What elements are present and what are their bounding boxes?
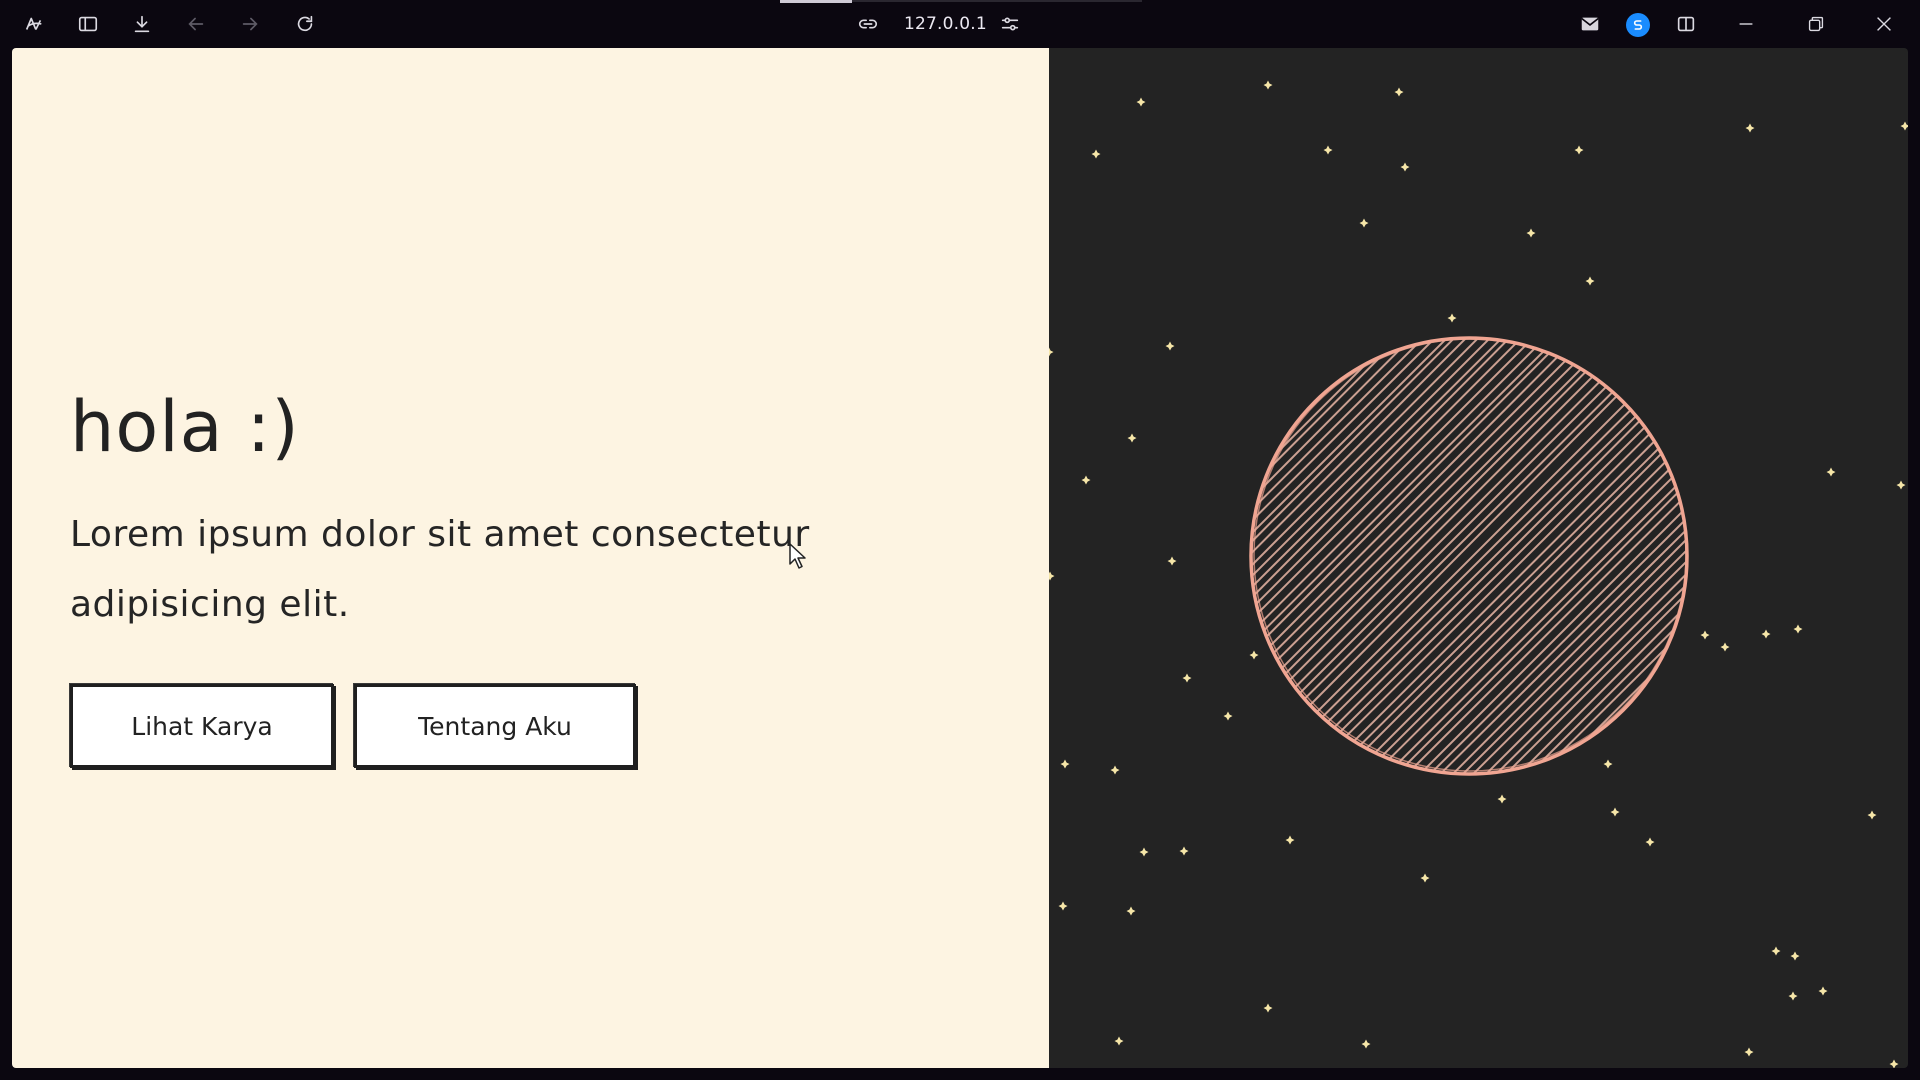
- star-15: [1081, 475, 1091, 485]
- star-10: [1585, 276, 1595, 286]
- star-21: [1720, 642, 1730, 652]
- greeting-heading: hola :): [70, 386, 300, 468]
- hero-text-panel: hola :) Lorem ipsum dolor sit amet conse…: [12, 48, 1049, 1068]
- arc-logo-icon[interactable]: [18, 8, 50, 40]
- star-5: [1574, 145, 1584, 155]
- link-icon[interactable]: [852, 8, 884, 40]
- tentang-aku-button[interactable]: Tentang Aku: [354, 684, 636, 768]
- star-33: [1867, 810, 1877, 820]
- sliders-icon[interactable]: [994, 8, 1026, 40]
- split-view-icon[interactable]: [1670, 8, 1702, 40]
- mouse-cursor-icon: [789, 543, 806, 569]
- download-icon[interactable]: [126, 8, 158, 40]
- star-46: [1114, 1036, 1124, 1046]
- star-6: [1745, 123, 1755, 133]
- star-8: [1359, 218, 1369, 228]
- star-1: [1263, 80, 1273, 90]
- page-viewport: hola :) Lorem ipsum dolor sit amet conse…: [12, 48, 1908, 1068]
- star-9: [1526, 228, 1536, 238]
- close-icon[interactable]: [1868, 8, 1900, 40]
- star-28: [1110, 765, 1120, 775]
- stars-group: [1049, 80, 1908, 1068]
- star-12: [1165, 341, 1175, 351]
- star-4: [1400, 162, 1410, 172]
- star-2: [1394, 87, 1404, 97]
- star-29: [1603, 759, 1613, 769]
- star-30: [1497, 794, 1507, 804]
- star-41: [1771, 946, 1781, 956]
- mail-icon[interactable]: [1574, 8, 1606, 40]
- star-45: [1263, 1003, 1273, 1013]
- forward-arrow-icon[interactable]: [234, 8, 266, 40]
- star-37: [1179, 846, 1189, 856]
- star-47: [1361, 1039, 1371, 1049]
- star-3: [1323, 145, 1333, 155]
- minimize-icon[interactable]: [1730, 8, 1762, 40]
- star-16: [1826, 467, 1836, 477]
- star-19: [1049, 571, 1055, 581]
- star-13: [1049, 347, 1054, 357]
- star-24: [1249, 650, 1259, 660]
- star-23: [1793, 624, 1803, 634]
- url-text[interactable]: 127.0.0.1: [904, 14, 987, 34]
- star-25: [1182, 673, 1192, 683]
- star-42: [1790, 951, 1800, 961]
- space-illustration-panel: [1049, 48, 1908, 1068]
- star-43: [1788, 991, 1798, 1001]
- star-11: [1447, 313, 1457, 323]
- planet-hatching: [1251, 338, 1687, 774]
- star-39: [1058, 901, 1068, 911]
- back-arrow-icon[interactable]: [180, 8, 212, 40]
- tagline-text: Lorem ipsum dolor sit amet consectetur a…: [70, 514, 810, 625]
- star-32: [1645, 837, 1655, 847]
- browser-titlebar: 127.0.0.1: [0, 0, 1920, 48]
- sidebar-toggle-icon[interactable]: [72, 8, 104, 40]
- star-35: [1285, 835, 1295, 845]
- active-tab-marker: [780, 0, 852, 3]
- star-22: [1761, 629, 1771, 639]
- star-50: [1900, 121, 1908, 131]
- tab-indicator: [780, 0, 1142, 3]
- star-17: [1896, 480, 1906, 490]
- space-illustration: [1049, 80, 1908, 1068]
- star-49: [1889, 1059, 1899, 1068]
- star-20: [1700, 630, 1710, 640]
- restore-icon[interactable]: [1800, 8, 1832, 40]
- star-40: [1126, 906, 1136, 916]
- extension-icon[interactable]: [1626, 13, 1650, 37]
- star-14: [1127, 433, 1137, 443]
- star-0: [1136, 97, 1146, 107]
- star-48: [1744, 1047, 1754, 1057]
- star-36: [1139, 847, 1149, 857]
- star-7: [1091, 149, 1101, 159]
- star-44: [1818, 986, 1828, 996]
- star-18: [1167, 556, 1177, 566]
- star-31: [1610, 807, 1620, 817]
- star-26: [1223, 711, 1233, 721]
- reload-icon[interactable]: [289, 8, 321, 40]
- star-38: [1420, 873, 1430, 883]
- star-27: [1060, 759, 1070, 769]
- lihat-karya-button[interactable]: Lihat Karya: [70, 684, 334, 768]
